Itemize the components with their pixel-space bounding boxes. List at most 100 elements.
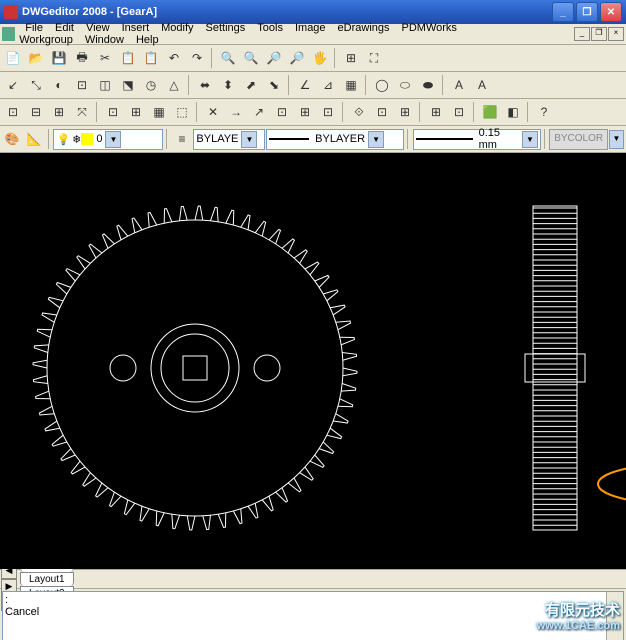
dropdown-icon[interactable]: ▼ [241,131,257,148]
tool-button[interactable]: 📄 [2,47,24,69]
tool-button[interactable]: 🖐 [309,47,331,69]
tool-button[interactable]: ⤧ [71,101,93,123]
tool-button[interactable]: 🖶 [71,47,93,69]
app-icon [4,5,18,19]
dropdown-icon[interactable]: ▼ [105,131,121,148]
doc-close-button[interactable]: × [608,27,624,41]
tool-button[interactable]: ⬬ [417,74,439,96]
tool-button[interactable]: ⊿ [317,74,339,96]
tool-button[interactable]: ↷ [186,47,208,69]
menu-help[interactable]: Help [130,32,165,48]
tool-button[interactable]: ↗ [248,101,270,123]
properties-toolbar: 🎨 📐 💡❄ 0 ▼ ≡ BYLAYE ▼ BYLAYER ▼ 0.15 mm … [0,126,626,153]
tool-button[interactable]: ⛶ [363,47,385,69]
tool-button[interactable]: ⊡ [448,101,470,123]
tool-button[interactable]: 🔎 [286,47,308,69]
linetype-icon[interactable]: ≡ [172,128,193,150]
tool-button[interactable]: 📋 [117,47,139,69]
tool-button[interactable]: ⤡ [25,74,47,96]
menu-window[interactable]: Window [79,32,130,48]
scrollbar[interactable] [606,592,623,640]
tool-button[interactable]: A [471,74,493,96]
tool-button[interactable]: ◐ [48,74,70,96]
tool-button[interactable]: ⊡ [371,101,393,123]
linetype-combo[interactable]: BYLAYER ▼ [266,129,403,150]
lineweight-combo[interactable]: 0.15 mm ▼ [413,129,541,150]
command-window[interactable]: : Cancel [2,591,624,640]
tool-button[interactable]: ✂ [94,47,116,69]
command-line: : [5,594,621,606]
tool-button[interactable]: ⬔ [117,74,139,96]
linestyle-combo[interactable]: BYLAYE ▼ [193,129,265,150]
tool-button[interactable]: ◯ [371,74,393,96]
tool-button[interactable]: ▦ [148,101,170,123]
tool-button[interactable]: 🔍 [240,47,262,69]
tool-button[interactable]: ⬊ [263,74,285,96]
tool-button[interactable]: 📋 [140,47,162,69]
tool-button[interactable]: ⬚ [171,101,193,123]
tool-button[interactable]: △ [163,74,185,96]
tool-button[interactable]: 🟩 [479,101,501,123]
dropdown-icon[interactable]: ▼ [609,130,624,149]
tool-button[interactable]: ⊞ [294,101,316,123]
layout-tabbar: |◀◀▶▶| ModelLayout1Layout2 [0,569,626,589]
tool-button[interactable]: ↙ [2,74,24,96]
color-button[interactable]: BYCOLOR [549,129,607,150]
tool-button[interactable]: ⊞ [48,101,70,123]
modify-toolbar: ⊡⊟⊞⤧⊡⊞▦⬚✕→↗⊡⊞⊡⟐⊡⊞⊞⊡🟩◧? [0,99,626,126]
menu-edrawings[interactable]: eDrawings [332,20,396,36]
tool-button[interactable]: ⟐ [348,101,370,123]
dropdown-icon[interactable]: ▼ [522,131,537,148]
tab-layout1[interactable]: Layout1 [20,572,74,586]
tool-button[interactable]: ⬈ [240,74,262,96]
tool-button[interactable]: ∠ [294,74,316,96]
minimize-button[interactable]: _ [552,2,574,22]
tool-button[interactable]: 📂 [25,47,47,69]
layer-combo[interactable]: 💡❄ 0 ▼ [53,129,162,150]
tool-button[interactable]: → [225,101,247,123]
tool-button[interactable]: ⊡ [271,101,293,123]
maximize-button[interactable]: ❐ [576,2,598,22]
tool-button[interactable]: ↶ [163,47,185,69]
tool-button[interactable]: ▦ [340,74,362,96]
menu-image[interactable]: Image [289,20,332,36]
doc-minimize-button[interactable]: _ [574,27,590,41]
tool-button[interactable]: ⊡ [317,101,339,123]
command-line: Cancel [5,606,621,618]
draw-toolbar: ↙⤡◐⊡◫⬔◷△ ⬌⬍⬈⬊ ∠⊿▦ ◯⬭⬬ AA [0,72,626,99]
cad-drawing [0,153,626,569]
dropdown-icon[interactable]: ▼ [368,131,384,148]
tool-button[interactable]: A [448,74,470,96]
tool-button[interactable]: ⊡ [102,101,124,123]
tool-button[interactable]: ⬌ [194,74,216,96]
window-buttons: _ ❐ ✕ [552,2,622,22]
tool-button[interactable]: 🔍 [217,47,239,69]
menu-tools[interactable]: Tools [251,20,289,36]
tool-button[interactable]: ◧ [502,101,524,123]
tool-button[interactable]: ⊞ [425,101,447,123]
tool-button[interactable]: ⊞ [125,101,147,123]
drawing-canvas[interactable]: eworks [0,153,626,569]
tool-button[interactable]: ⬍ [217,74,239,96]
tool-button[interactable]: ⊡ [2,101,24,123]
tool-button[interactable]: ✕ [202,101,224,123]
color-tool-icon[interactable]: 🎨 [2,128,23,150]
tool-button[interactable]: 💾 [48,47,70,69]
tool-button[interactable]: ◫ [94,74,116,96]
tool-button[interactable]: ? [533,101,555,123]
document-icon[interactable] [2,27,15,41]
tool-button[interactable]: ⊟ [25,101,47,123]
tool-button[interactable]: ⬭ [394,74,416,96]
tool-button[interactable]: ⊞ [340,47,362,69]
menu-settings[interactable]: Settings [200,20,252,36]
tool-button[interactable]: 🔎 [263,47,285,69]
layer-tool-icon[interactable]: 📐 [24,128,45,150]
tool-button[interactable]: ⊡ [71,74,93,96]
menu-bar: FileEditViewInsertModifySettingsToolsIma… [0,24,626,45]
close-button[interactable]: ✕ [600,2,622,22]
tool-button[interactable]: ◷ [140,74,162,96]
standard-toolbar: 📄📂💾🖶✂📋📋↶↷🔍🔍🔎🔎🖐⊞⛶ [0,45,626,72]
tool-button[interactable]: ⊞ [394,101,416,123]
layer-color-swatch [81,133,93,145]
doc-restore-button[interactable]: ❐ [591,27,607,41]
